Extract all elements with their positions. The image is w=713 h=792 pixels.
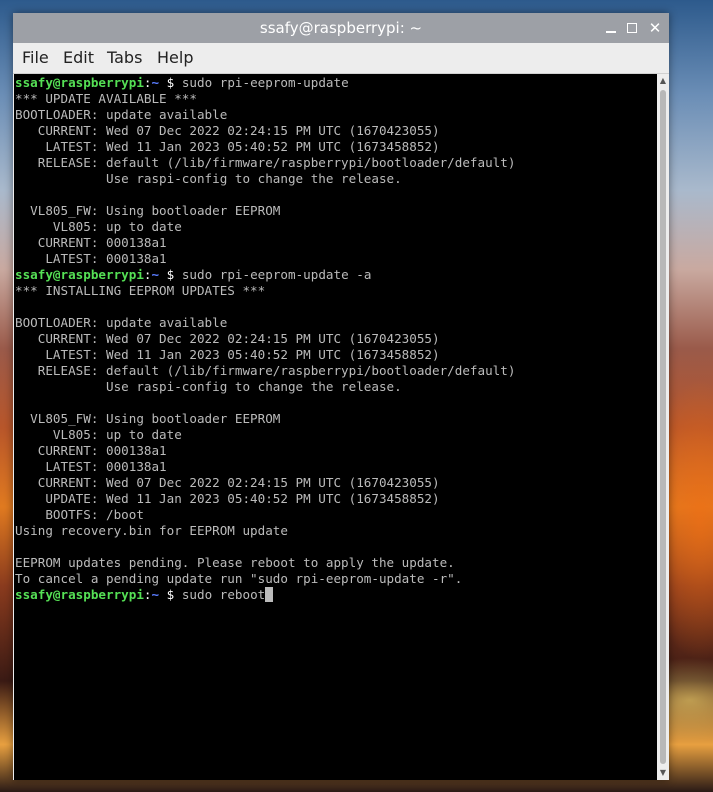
prompt-line: ssafy@raspberrypi:~ $ sudo reboot <box>15 587 274 603</box>
prompt-path: ~ <box>151 75 160 90</box>
terminal-output[interactable]: ssafy@raspberrypi:~ $ sudo rpi-eeprom-up… <box>14 74 657 780</box>
maximize-button[interactable] <box>624 20 640 36</box>
menu-bar: File Edit Tabs Help <box>13 43 669 74</box>
prompt-dollar: $ <box>159 587 182 602</box>
prompt-path: ~ <box>151 267 160 282</box>
prompt-user: ssafy@raspberrypi <box>15 75 144 90</box>
command-text: sudo reboot <box>181 587 266 602</box>
output-line: CURRENT: Wed 07 Dec 2022 02:24:15 PM UTC… <box>15 475 440 490</box>
scroll-thumb[interactable] <box>660 90 666 764</box>
output-line: VL805: up to date <box>15 219 182 234</box>
prompt-user: ssafy@raspberrypi <box>15 267 144 282</box>
output-line: LATEST: Wed 11 Jan 2023 05:40:52 PM UTC … <box>15 347 440 362</box>
prompt-path: ~ <box>151 587 160 602</box>
command-text: sudo rpi-eeprom-update <box>181 75 349 90</box>
scroll-down-icon[interactable]: ▼ <box>658 768 668 778</box>
menu-help[interactable]: Help <box>157 43 193 73</box>
prompt-colon: : <box>143 75 152 90</box>
menu-edit[interactable]: Edit <box>63 43 94 73</box>
output-line: Use raspi-config to change the release. <box>15 171 402 186</box>
output-line: LATEST: 000138a1 <box>15 251 167 266</box>
output-line: RELEASE: default (/lib/firmware/raspberr… <box>15 363 516 378</box>
menu-file[interactable]: File <box>22 43 49 73</box>
output-line: UPDATE: Wed 11 Jan 2023 05:40:52 PM UTC … <box>15 491 440 506</box>
output-line: EEPROM updates pending. Please reboot to… <box>15 555 455 570</box>
output-line: LATEST: Wed 11 Jan 2023 05:40:52 PM UTC … <box>15 139 440 154</box>
prompt-colon: : <box>143 587 152 602</box>
minimize-button[interactable] <box>603 20 619 36</box>
scroll-up-icon[interactable]: ▲ <box>658 76 668 86</box>
close-button[interactable]: ✕ <box>647 20 663 36</box>
title-bar[interactable]: ssafy@raspberrypi: ~ ✕ <box>13 13 669 43</box>
output-line: *** INSTALLING EEPROM UPDATES *** <box>15 283 266 298</box>
output-line: BOOTLOADER: update available <box>15 315 228 330</box>
prompt-dollar: $ <box>159 267 182 282</box>
terminal-window: ssafy@raspberrypi: ~ ✕ File Edit Tabs He… <box>13 13 669 780</box>
output-line: To cancel a pending update run "sudo rpi… <box>15 571 463 586</box>
output-line: CURRENT: Wed 07 Dec 2022 02:24:15 PM UTC… <box>15 331 440 346</box>
vertical-scrollbar[interactable]: ▲ ▼ <box>657 74 669 780</box>
output-line: VL805_FW: Using bootloader EEPROM <box>15 203 281 218</box>
output-line: *** UPDATE AVAILABLE *** <box>15 91 197 106</box>
window-title: ssafy@raspberrypi: ~ <box>259 19 423 37</box>
menu-tabs[interactable]: Tabs <box>107 43 142 73</box>
prompt-dollar: $ <box>159 75 182 90</box>
prompt-line: ssafy@raspberrypi:~ $ sudo rpi-eeprom-up… <box>15 267 371 283</box>
output-line: Using recovery.bin for EEPROM update <box>15 523 288 538</box>
output-line: BOOTFS: /boot <box>15 507 144 522</box>
output-line: CURRENT: 000138a1 <box>15 443 167 458</box>
output-line: LATEST: 000138a1 <box>15 459 167 474</box>
command-text: sudo rpi-eeprom-update -a <box>181 267 372 282</box>
output-line: RELEASE: default (/lib/firmware/raspberr… <box>15 155 516 170</box>
output-line: BOOTLOADER: update available <box>15 107 228 122</box>
minimize-icon <box>606 31 616 33</box>
prompt-user: ssafy@raspberrypi <box>15 587 144 602</box>
output-line: VL805_FW: Using bootloader EEPROM <box>15 411 281 426</box>
output-line: CURRENT: 000138a1 <box>15 235 167 250</box>
output-line: Use raspi-config to change the release. <box>15 379 402 394</box>
output-line: VL805: up to date <box>15 427 182 442</box>
prompt-line: ssafy@raspberrypi:~ $ sudo rpi-eeprom-up… <box>15 75 349 91</box>
maximize-icon <box>627 23 637 33</box>
output-line: CURRENT: Wed 07 Dec 2022 02:24:15 PM UTC… <box>15 123 440 138</box>
prompt-colon: : <box>143 267 152 282</box>
text-cursor <box>265 587 274 602</box>
